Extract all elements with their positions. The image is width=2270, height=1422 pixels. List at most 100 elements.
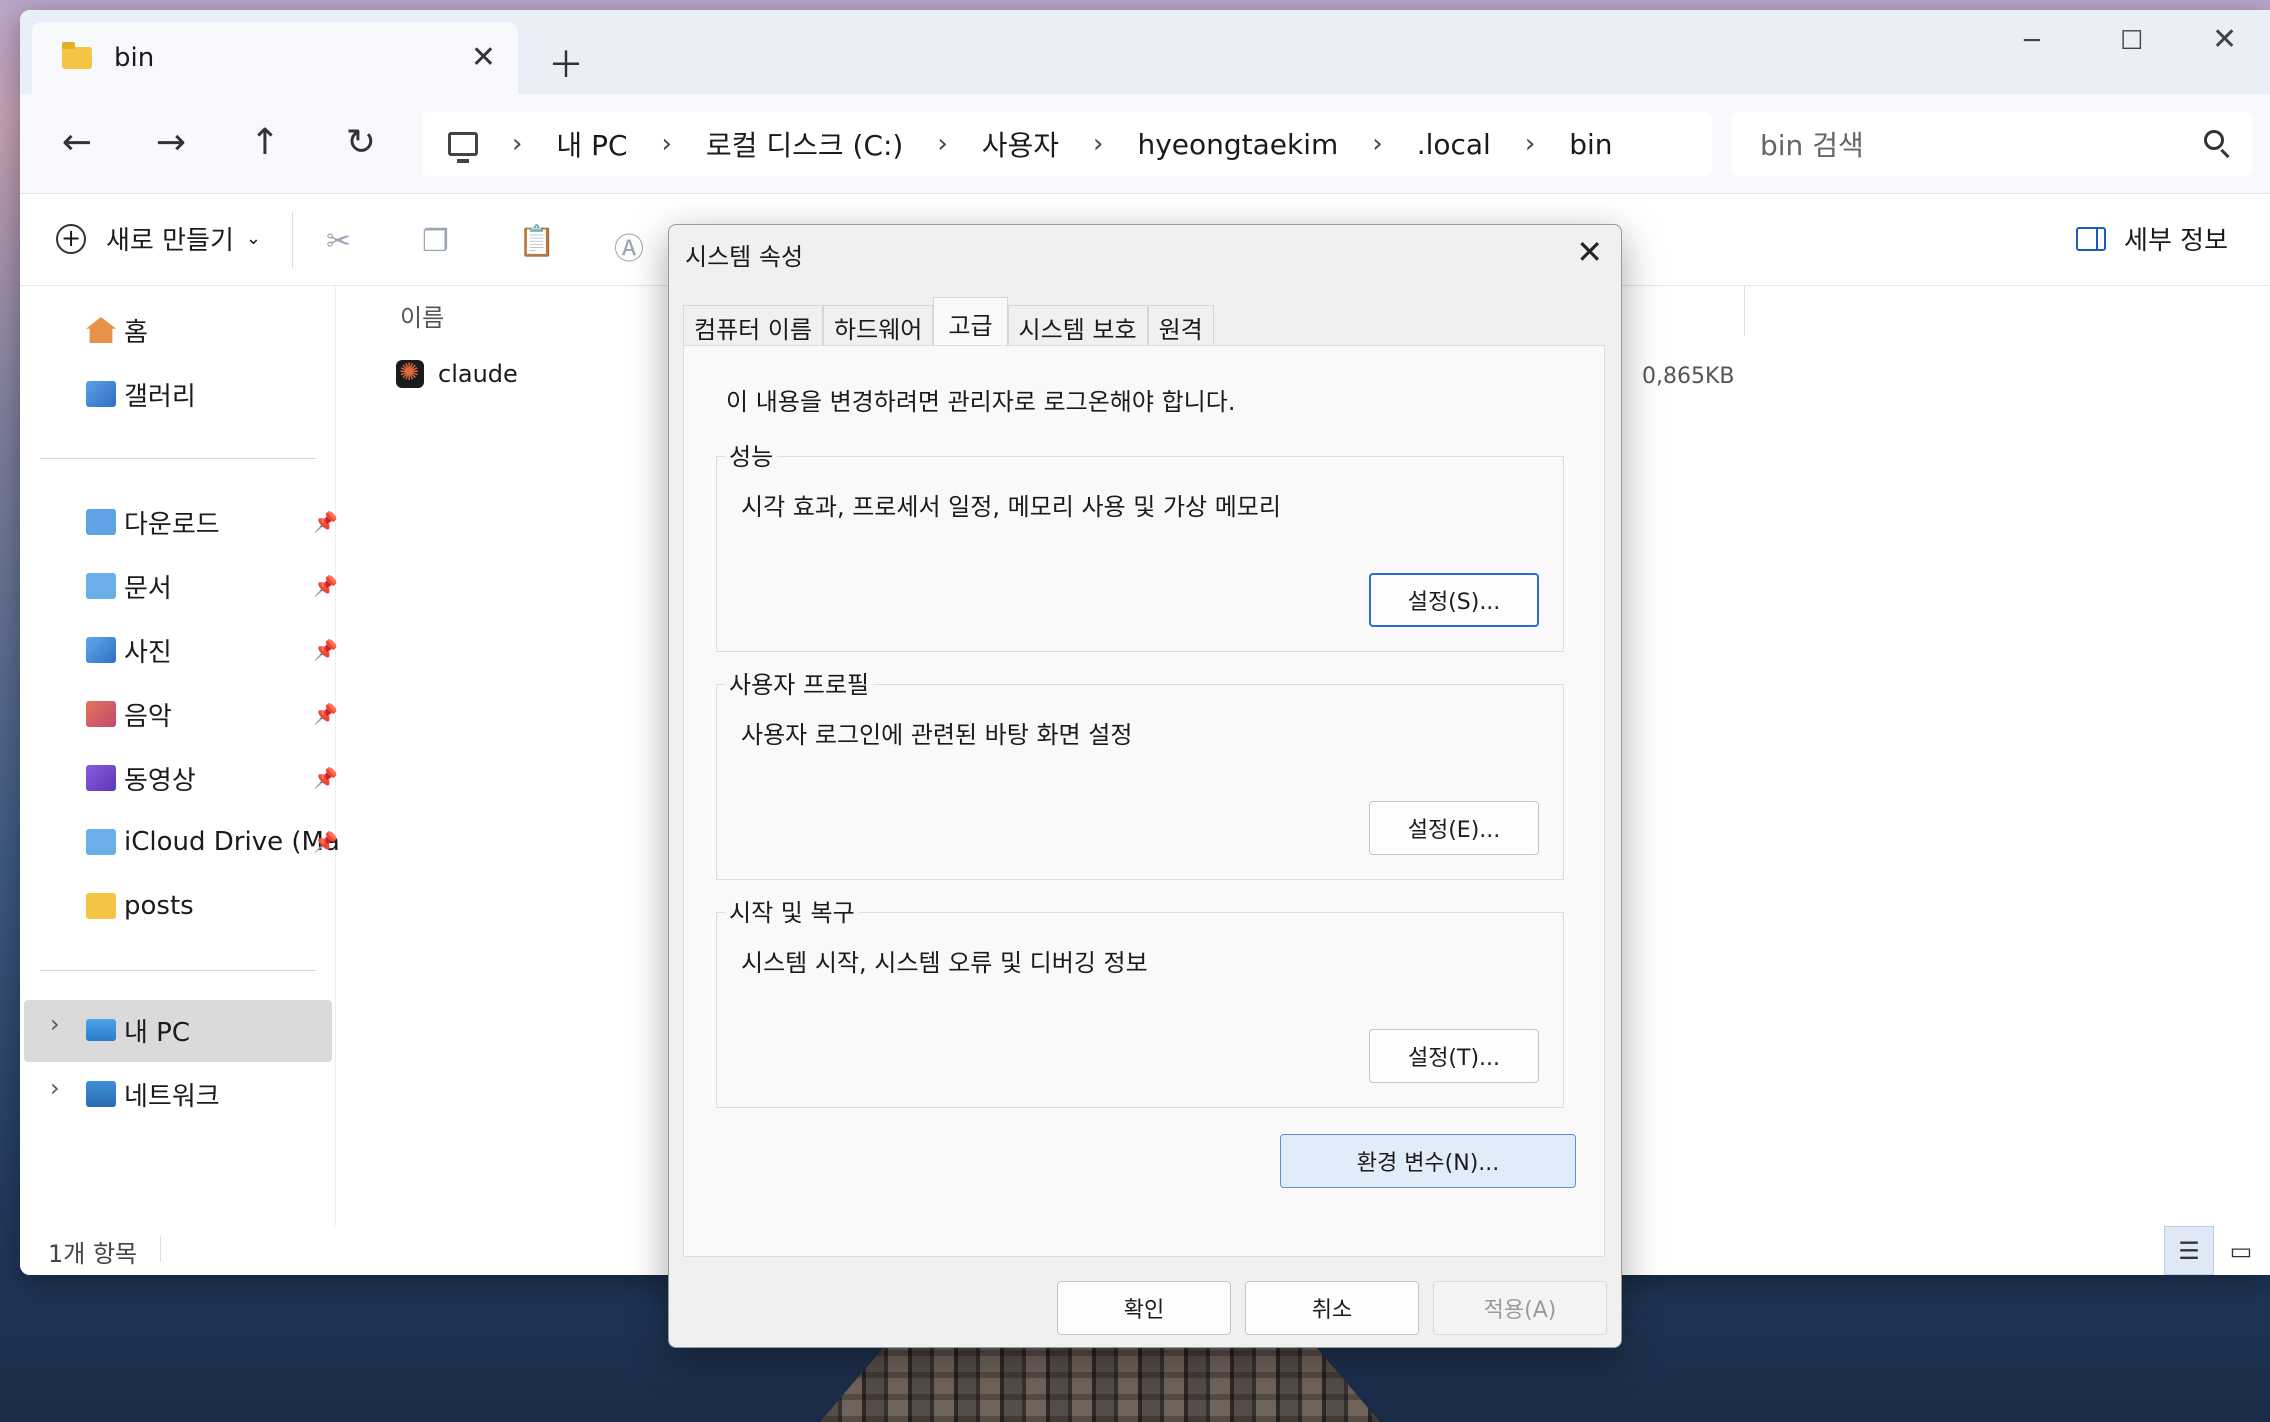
- cancel-button[interactable]: 취소: [1245, 1281, 1419, 1335]
- file-row-claude[interactable]: claude: [396, 358, 518, 388]
- rename-icon[interactable]: Ⓐ: [614, 224, 644, 268]
- sidebar-item-documents[interactable]: 문서 📌: [86, 564, 346, 608]
- pin-icon[interactable]: 📌: [313, 574, 338, 598]
- title-bar: bin ✕ ＋ ─ ☐ ✕: [20, 10, 2270, 94]
- new-tab-button[interactable]: ＋: [548, 36, 584, 88]
- network-icon: [86, 1081, 116, 1107]
- sidebar-item-music[interactable]: 음악 📌: [86, 692, 346, 736]
- chevron-right-icon[interactable]: ›: [662, 129, 672, 159]
- sidebar-item-pictures[interactable]: 사진 📌: [86, 628, 346, 672]
- sidebar-item-videos[interactable]: 동영상 📌: [86, 756, 346, 800]
- new-button[interactable]: + 새로 만들기 ⌄: [56, 220, 261, 257]
- maximize-icon[interactable]: ☐: [2120, 26, 2143, 56]
- sidebar-item-gallery[interactable]: 갤러리: [86, 372, 346, 416]
- breadcrumb-local-disk[interactable]: 로컬 디스크 (C:): [706, 124, 903, 164]
- chevron-right-icon[interactable]: ›: [937, 129, 947, 159]
- sidebar-item-label: 네트워크: [124, 1081, 220, 1112]
- cut-icon[interactable]: ✂: [326, 224, 351, 259]
- environment-variables-button[interactable]: 환경 변수(N)...: [1280, 1134, 1576, 1188]
- system-properties-dialog: 시스템 속성 ✕ 컴퓨터 이름 하드웨어 고급 시스템 보호 원격 이 내용을 …: [668, 224, 1622, 1348]
- paste-icon[interactable]: 📋: [518, 224, 555, 259]
- column-header-name[interactable]: 이름: [400, 298, 444, 333]
- startup-recovery-group: 시작 및 복구 시스템 시작, 시스템 오류 및 디버깅 정보 설정(T)...: [716, 893, 1564, 1108]
- tab-computer-name[interactable]: 컴퓨터 이름: [683, 305, 824, 349]
- dialog-tabs: 컴퓨터 이름 하드웨어 고급 시스템 보호 원격: [683, 297, 1214, 349]
- breadcrumb-local[interactable]: .local: [1417, 128, 1491, 161]
- chevron-right-icon[interactable]: ›: [512, 129, 522, 159]
- new-button-label: 새로 만들기: [106, 226, 234, 256]
- sidebar-item-label: 홈: [124, 317, 148, 348]
- search-input[interactable]: bin 검색: [1732, 112, 2252, 176]
- copy-icon[interactable]: ❐: [422, 224, 449, 259]
- sidebar-item-icloud[interactable]: iCloud Drive (Ma 📌: [86, 820, 346, 864]
- tab-hardware[interactable]: 하드웨어: [823, 305, 934, 349]
- ok-button[interactable]: 확인: [1057, 1281, 1231, 1335]
- advanced-tab-panel: 이 내용을 변경하려면 관리자로 로그온해야 합니다. 성능 시각 효과, 프로…: [683, 345, 1605, 1257]
- sidebar-divider: [40, 458, 316, 459]
- close-icon[interactable]: ✕: [1576, 233, 1603, 271]
- close-window-icon[interactable]: ✕: [2212, 22, 2237, 57]
- sidebar-item-label: 사진: [124, 637, 172, 668]
- close-tab-icon[interactable]: ✕: [471, 40, 496, 75]
- sidebar-item-label: 다운로드: [124, 509, 220, 540]
- sidebar-item-this-pc[interactable]: 내 PC: [86, 1008, 346, 1052]
- group-label: 사용자 프로필: [725, 665, 874, 700]
- pin-icon[interactable]: 📌: [313, 766, 338, 790]
- details-view-icon[interactable]: ☰: [2164, 1226, 2214, 1275]
- sidebar-divider: [40, 970, 316, 971]
- group-description: 시스템 시작, 시스템 오류 및 디버깅 정보: [741, 949, 1148, 977]
- sidebar-item-network[interactable]: 네트워크: [86, 1072, 346, 1116]
- tab-remote[interactable]: 원격: [1147, 305, 1214, 349]
- sidebar-item-home[interactable]: 홈: [86, 308, 346, 352]
- tiles-view-icon[interactable]: ▭: [2216, 1226, 2266, 1275]
- chevron-right-icon[interactable]: ›: [50, 1074, 60, 1102]
- apply-button[interactable]: 적용(A): [1433, 1281, 1607, 1335]
- tab-system-protection[interactable]: 시스템 보호: [1007, 305, 1148, 349]
- group-description: 시각 효과, 프로세서 일정, 메모리 사용 및 가상 메모리: [741, 493, 1281, 521]
- tab-bin[interactable]: bin ✕: [32, 22, 518, 94]
- breadcrumb-user[interactable]: hyeongtaekim: [1137, 128, 1338, 161]
- breadcrumb-bin[interactable]: bin: [1569, 128, 1612, 161]
- sidebar-item-label: 동영상: [124, 765, 196, 796]
- breadcrumb-users[interactable]: 사용자: [982, 124, 1059, 164]
- videos-folder-icon: [86, 765, 116, 791]
- column-divider[interactable]: [1744, 286, 1745, 336]
- user-profiles-settings-button[interactable]: 설정(E)...: [1369, 801, 1539, 855]
- gallery-icon: [86, 381, 116, 407]
- folder-icon: [86, 893, 116, 919]
- sidebar-item-posts[interactable]: posts: [86, 884, 346, 928]
- group-description: 사용자 로그인에 관련된 바탕 화면 설정: [741, 721, 1133, 749]
- performance-settings-button[interactable]: 설정(S)...: [1369, 573, 1539, 627]
- chevron-right-icon[interactable]: ›: [1525, 129, 1535, 159]
- pin-icon[interactable]: 📌: [313, 510, 338, 534]
- pin-icon[interactable]: 📌: [313, 702, 338, 726]
- sidebar-item-label: iCloud Drive (Ma: [124, 827, 340, 857]
- up-arrow-icon[interactable]: ↑: [240, 122, 290, 163]
- address-bar[interactable]: › 내 PC › 로컬 디스크 (C:) › 사용자 › hyeongtaeki…: [422, 112, 1712, 176]
- tab-advanced[interactable]: 고급: [933, 297, 1008, 349]
- toolbar-divider: [292, 212, 293, 268]
- chevron-right-icon[interactable]: ›: [50, 1010, 60, 1038]
- file-size: 0,865KB: [1642, 364, 1735, 389]
- pin-icon[interactable]: 📌: [313, 638, 338, 662]
- chevron-right-icon[interactable]: ›: [1093, 129, 1103, 159]
- pin-icon[interactable]: 📌: [313, 830, 338, 854]
- user-profiles-group: 사용자 프로필 사용자 로그인에 관련된 바탕 화면 설정 설정(E)...: [716, 665, 1564, 880]
- minimize-icon[interactable]: ─: [2024, 26, 2040, 56]
- plus-circle-icon: +: [56, 223, 86, 254]
- details-label: 세부 정보: [2124, 226, 2228, 256]
- claude-app-icon: [396, 358, 424, 388]
- details-pane-button[interactable]: 세부 정보: [2076, 220, 2228, 257]
- group-label: 시작 및 복구: [725, 893, 859, 928]
- navigation-bar: ← → ↑ ↻ › 내 PC › 로컬 디스크 (C:) › 사용자 › hye…: [20, 94, 2270, 194]
- sidebar-item-downloads[interactable]: 다운로드 📌: [86, 500, 346, 544]
- breadcrumb-this-pc[interactable]: 내 PC: [556, 124, 627, 164]
- refresh-icon[interactable]: ↻: [336, 122, 386, 163]
- startup-recovery-settings-button[interactable]: 설정(T)...: [1369, 1029, 1539, 1083]
- back-arrow-icon[interactable]: ←: [52, 122, 102, 163]
- details-pane-icon: [2076, 226, 2107, 251]
- forward-arrow-icon[interactable]: →: [146, 122, 196, 163]
- status-divider: [160, 1236, 161, 1262]
- chevron-right-icon[interactable]: ›: [1372, 129, 1382, 159]
- sidebar-item-label: posts: [124, 891, 194, 921]
